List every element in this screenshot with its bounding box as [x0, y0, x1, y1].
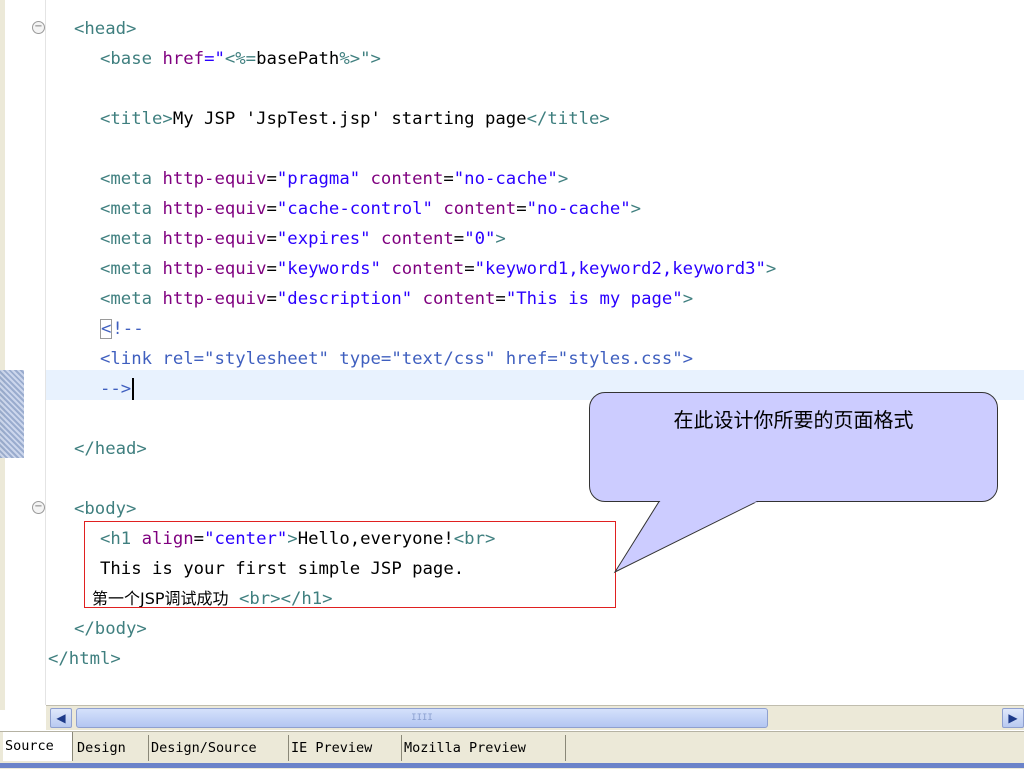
horizontal-scrollbar[interactable]: ◀ IIII ▶ — [46, 705, 1024, 730]
chevron-right-icon[interactable]: ▶ — [1002, 708, 1024, 728]
chevron-left-icon[interactable]: ◀ — [50, 708, 72, 728]
tab-design[interactable]: Design — [75, 735, 149, 761]
callout-text: 在此设计你所要的页面格式 — [673, 408, 914, 432]
scrollbar-thumb[interactable]: IIII — [76, 708, 768, 728]
tab-source[interactable]: Source — [3, 732, 73, 761]
status-strip — [0, 763, 1024, 768]
callout-tail-cover — [617, 500, 759, 570]
tab-design-source[interactable]: Design/Source — [149, 735, 289, 761]
tab-mozilla-preview[interactable]: Mozilla Preview — [402, 735, 566, 761]
tab-ie-preview[interactable]: IE Preview — [289, 735, 402, 761]
